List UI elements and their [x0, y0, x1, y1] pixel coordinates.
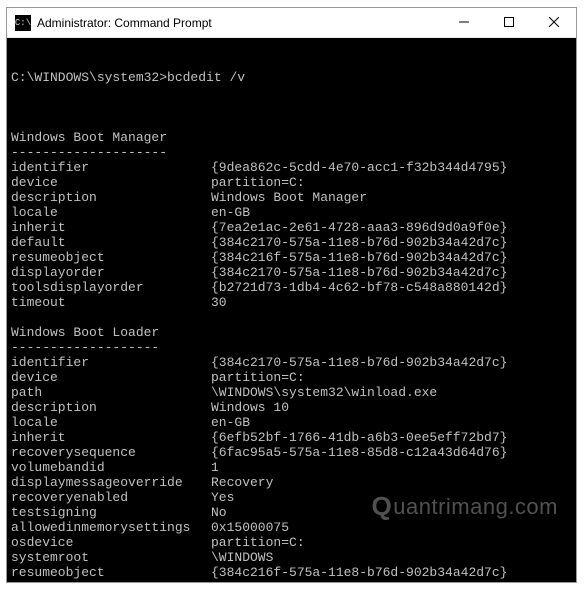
prompt-line: C:\WINDOWS\system32>bcdedit /v [11, 70, 572, 85]
kv-value: \WINDOWS\system32\winload.exe [211, 385, 572, 400]
kv-row: allowedinmemorysettings0x15000075 [11, 520, 572, 535]
kv-value: Recovery [211, 475, 572, 490]
kv-key: locale [11, 205, 211, 220]
kv-value: {384c2170-575a-11e8-b76d-902b34a42d7c} [211, 235, 572, 250]
kv-row: resumeobject{384c216f-575a-11e8-b76d-902… [11, 565, 572, 580]
kv-value: 1 [211, 460, 572, 475]
kv-row: default{384c2170-575a-11e8-b76d-902b34a4… [11, 235, 572, 250]
kv-key: locale [11, 415, 211, 430]
kv-row: devicepartition=C: [11, 175, 572, 190]
kv-value: 0x15000075 [211, 520, 572, 535]
kv-value: {b2721d73-1db4-4c62-bf78-c548a880142d} [211, 280, 572, 295]
kv-key: path [11, 385, 211, 400]
kv-key: default [11, 235, 211, 250]
kv-row: volumebandid1 [11, 460, 572, 475]
kv-row: osdevicepartition=C: [11, 535, 572, 550]
kv-row: localeen-GB [11, 205, 572, 220]
kv-row: recoveryenabledYes [11, 490, 572, 505]
kv-row: displayorder{384c2170-575a-11e8-b76d-902… [11, 265, 572, 280]
kv-row: descriptionWindows 10 [11, 400, 572, 415]
kv-value: Yes [211, 490, 572, 505]
console-output[interactable]: C:\WINDOWS\system32>bcdedit /v Windows B… [7, 38, 576, 582]
section-title: Windows Boot Loader [11, 325, 572, 340]
kv-value: 30 [211, 295, 572, 310]
kv-value: {384c2170-575a-11e8-b76d-902b34a42d7c} [211, 265, 572, 280]
kv-key: systemroot [11, 550, 211, 565]
kv-value: en-GB [211, 415, 572, 430]
close-button[interactable] [531, 8, 576, 37]
kv-row: testsigningNo [11, 505, 572, 520]
kv-row: descriptionWindows Boot Manager [11, 190, 572, 205]
kv-value: Windows 10 [211, 400, 572, 415]
kv-key: testsigning [11, 505, 211, 520]
kv-value: Windows Boot Manager [211, 190, 572, 205]
kv-value: {384c216f-575a-11e8-b76d-902b34a42d7c} [211, 250, 572, 265]
kv-row: path\WINDOWS\system32\winload.exe [11, 385, 572, 400]
kv-row: inherit{6efb52bf-1766-41db-a6b3-0ee5eff7… [11, 430, 572, 445]
titlebar[interactable]: C:\ Administrator: Command Prompt [7, 8, 576, 38]
kv-value: {6efb52bf-1766-41db-a6b3-0ee5eff72bd7} [211, 430, 572, 445]
kv-value: OptIn [211, 580, 572, 582]
kv-value: en-GB [211, 205, 572, 220]
window-controls [441, 8, 576, 38]
kv-value: {384c2170-575a-11e8-b76d-902b34a42d7c} [211, 355, 572, 370]
kv-row: identifier{9dea862c-5cdd-4e70-acc1-f32b3… [11, 160, 572, 175]
kv-value: {7ea2e1ac-2e61-4728-aaa3-896d9d0a9f0e} [211, 220, 572, 235]
kv-value: {384c216f-575a-11e8-b76d-902b34a42d7c} [211, 565, 572, 580]
kv-row: inherit{7ea2e1ac-2e61-4728-aaa3-896d9d0a… [11, 220, 572, 235]
kv-row: timeout30 [11, 295, 572, 310]
prompt-path: C:\WINDOWS\system32> [11, 70, 167, 85]
kv-key: recoverysequence [11, 445, 211, 460]
kv-key: nx [11, 580, 211, 582]
kv-value: No [211, 505, 572, 520]
kv-value: partition=C: [211, 535, 572, 550]
kv-value: partition=C: [211, 175, 572, 190]
kv-key: inherit [11, 430, 211, 445]
kv-value: partition=C: [211, 370, 572, 385]
kv-value: {6fac95a5-575a-11e8-85d8-c12a43d64d76} [211, 445, 572, 460]
blank-line [11, 310, 572, 325]
prompt-command: bcdedit /v [167, 70, 245, 85]
kv-key: allowedinmemorysettings [11, 520, 211, 535]
kv-row: localeen-GB [11, 415, 572, 430]
kv-key: resumeobject [11, 250, 211, 265]
command-prompt-window: C:\ Administrator: Command Prompt C:\WIN… [6, 7, 577, 583]
kv-row: devicepartition=C: [11, 370, 572, 385]
kv-value: \WINDOWS [211, 550, 572, 565]
kv-key: timeout [11, 295, 211, 310]
kv-row: resumeobject{384c216f-575a-11e8-b76d-902… [11, 250, 572, 265]
cmd-icon: C:\ [15, 15, 31, 31]
window-title: Administrator: Command Prompt [37, 16, 441, 30]
kv-key: displayorder [11, 265, 211, 280]
section-divider: -------------------- [11, 145, 572, 160]
kv-key: osdevice [11, 535, 211, 550]
section-title: Windows Boot Manager [11, 130, 572, 145]
kv-key: volumebandid [11, 460, 211, 475]
kv-key: toolsdisplayorder [11, 280, 211, 295]
kv-row: recoverysequence{6fac95a5-575a-11e8-85d8… [11, 445, 572, 460]
kv-key: identifier [11, 160, 211, 175]
section-divider: ------------------- [11, 340, 572, 355]
kv-key: inherit [11, 220, 211, 235]
kv-key: description [11, 400, 211, 415]
kv-key: identifier [11, 355, 211, 370]
kv-key: recoveryenabled [11, 490, 211, 505]
kv-row: displaymessageoverrideRecovery [11, 475, 572, 490]
kv-key: displaymessageoverride [11, 475, 211, 490]
kv-key: device [11, 175, 211, 190]
maximize-button[interactable] [486, 8, 531, 37]
kv-key: description [11, 190, 211, 205]
kv-key: device [11, 370, 211, 385]
kv-value: {9dea862c-5cdd-4e70-acc1-f32b344d4795} [211, 160, 572, 175]
kv-row: identifier{384c2170-575a-11e8-b76d-902b3… [11, 355, 572, 370]
minimize-button[interactable] [441, 8, 486, 37]
kv-row: nxOptIn [11, 580, 572, 582]
kv-row: systemroot\WINDOWS [11, 550, 572, 565]
kv-key: resumeobject [11, 565, 211, 580]
kv-row: toolsdisplayorder{b2721d73-1db4-4c62-bf7… [11, 280, 572, 295]
